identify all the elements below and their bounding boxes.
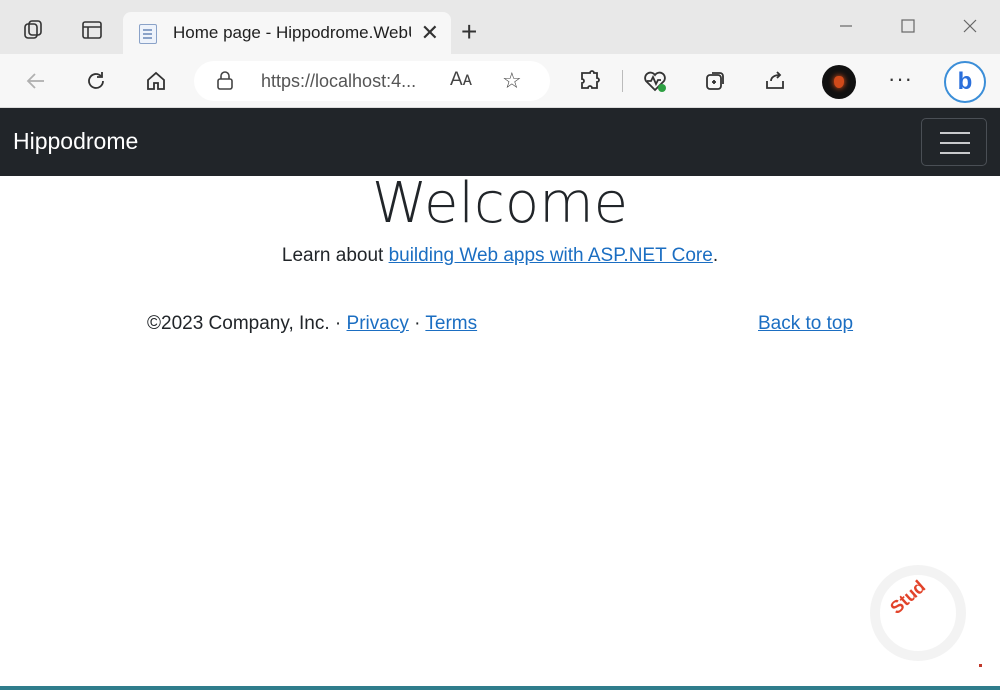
privacy-link[interactable]: Privacy <box>347 313 409 334</box>
browser-tab-bar: Home page - Hippodrome.WebU ✕ + <box>0 0 1000 56</box>
back-arrow-icon[interactable] <box>21 66 51 96</box>
intro-suffix: . <box>712 245 719 266</box>
footer-separator: · <box>408 313 426 334</box>
more-options-icon[interactable]: ··· <box>888 66 913 92</box>
bing-copilot-icon[interactable]: b <box>944 61 986 103</box>
tab-title: Home page - Hippodrome.WebU <box>173 23 411 42</box>
red-dot <box>979 664 982 667</box>
close-window-icon[interactable] <box>958 14 982 38</box>
favorite-star-icon[interactable]: ☆ <box>502 68 522 94</box>
watermark: Stud <box>870 565 966 661</box>
vertical-tabs-icon[interactable] <box>78 16 106 44</box>
collections-icon[interactable] <box>700 66 730 96</box>
extensions-icon[interactable] <box>575 66 605 96</box>
aspnet-docs-link[interactable]: building Web apps with ASP.NET Core <box>389 245 713 266</box>
intro-text: Learn about building Web apps with ASP.N… <box>0 245 1000 267</box>
site-navbar: Hippodrome <box>0 108 1000 176</box>
footer-copyright: ©2023 Company, Inc. · Privacy · Terms <box>147 313 477 335</box>
lock-icon[interactable] <box>216 71 234 96</box>
copyright-text: ©2023 Company, Inc. · <box>147 313 347 334</box>
brand-link[interactable]: Hippodrome <box>13 128 138 155</box>
page-favicon-icon <box>139 24 157 44</box>
bottom-accent-line <box>0 686 1000 690</box>
read-aloud-icon[interactable]: Aᴀ <box>450 69 472 91</box>
active-tab[interactable]: Home page - Hippodrome.WebU ✕ <box>123 12 451 56</box>
share-icon[interactable] <box>760 66 790 96</box>
url-text[interactable]: https://localhost:4... <box>261 71 416 92</box>
hamburger-icon-line <box>940 142 970 144</box>
maximize-icon[interactable] <box>896 14 920 38</box>
back-to-top-link[interactable]: Back to top <box>758 313 853 334</box>
toolbar-separator <box>622 70 623 92</box>
minimize-icon[interactable] <box>834 14 858 38</box>
page-title: Welcome <box>371 171 629 236</box>
home-icon[interactable] <box>141 66 171 96</box>
close-tab-icon[interactable]: ✕ <box>421 22 439 44</box>
navbar-toggler-button[interactable] <box>921 118 987 166</box>
footer-back-to-top: Back to top <box>758 313 853 335</box>
url-field[interactable]: https://localhost:4... Aᴀ ☆ <box>194 61 550 101</box>
profile-avatar[interactable] <box>822 65 856 99</box>
browser-address-bar: https://localhost:4... Aᴀ ☆ ··· b <box>0 54 1000 108</box>
intro-prefix: Learn about <box>281 245 389 266</box>
workspaces-icon[interactable] <box>20 16 48 44</box>
hamburger-icon <box>940 132 970 134</box>
hamburger-icon-line <box>940 152 970 154</box>
new-tab-icon[interactable]: + <box>461 18 477 46</box>
refresh-icon[interactable] <box>81 66 111 96</box>
terms-link[interactable]: Terms <box>425 313 477 334</box>
browser-essentials-icon[interactable] <box>640 66 670 96</box>
